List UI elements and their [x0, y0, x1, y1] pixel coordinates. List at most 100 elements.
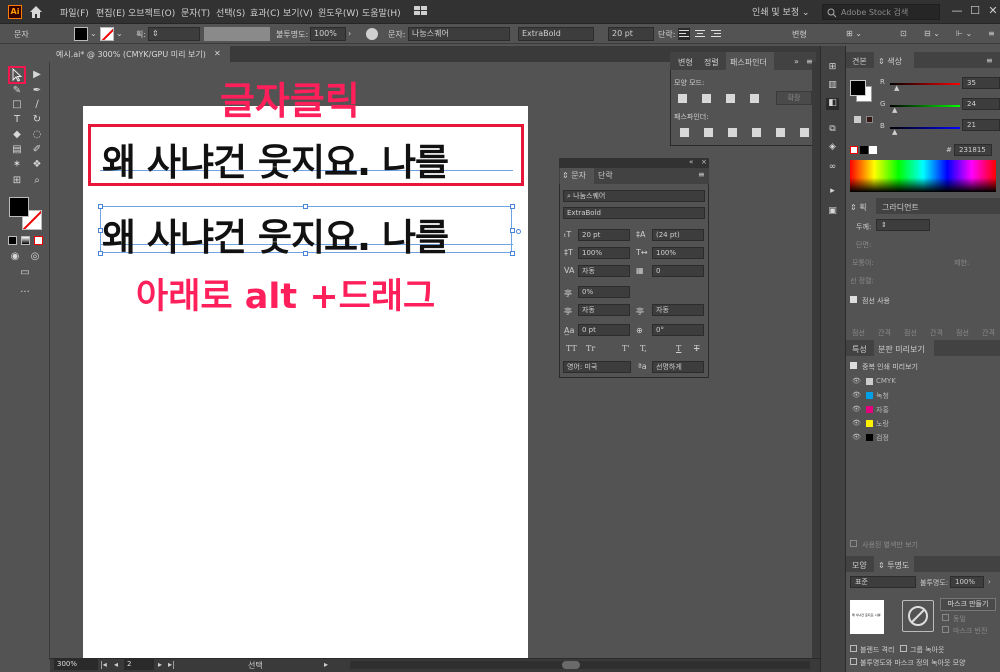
- last-page-icon[interactable]: ▸|: [168, 660, 175, 669]
- close-icon[interactable]: ×: [701, 158, 707, 166]
- type-tool[interactable]: T: [10, 113, 24, 127]
- more-tools-icon[interactable]: ···: [18, 286, 32, 300]
- eye-icon[interactable]: 👁: [852, 405, 861, 413]
- g-slider-thumb-icon[interactable]: ▲: [892, 106, 897, 114]
- menu-type[interactable]: 문자(T): [181, 6, 210, 19]
- rectangle-tool[interactable]: □: [10, 98, 24, 112]
- menu-icon[interactable]: ≡: [986, 56, 993, 65]
- r-slider[interactable]: [890, 83, 960, 85]
- tab-transform[interactable]: 변형: [678, 57, 693, 68]
- outline-icon[interactable]: [776, 128, 785, 137]
- cp-font-style-field[interactable]: ExtraBold: [563, 207, 705, 219]
- tab-align[interactable]: 정렬: [704, 57, 719, 68]
- tab-character[interactable]: ⇕ 문자: [562, 170, 586, 181]
- selection-tool[interactable]: [8, 66, 26, 84]
- chevron-down-icon[interactable]: ⌄: [90, 29, 97, 38]
- artboards-panel-icon[interactable]: ⊞: [826, 62, 839, 74]
- knockout-group-checkbox[interactable]: [900, 645, 907, 652]
- chevron-right-icon[interactable]: ›: [348, 29, 351, 38]
- menu-file[interactable]: 파일(F): [60, 6, 89, 19]
- menu-edit[interactable]: 편집(E): [96, 6, 125, 19]
- minus-front-icon[interactable]: [702, 94, 711, 103]
- maximize-button[interactable]: ☐: [966, 3, 984, 19]
- puppet-warp-tool[interactable]: ✶: [10, 158, 24, 172]
- draw-mode-icon[interactable]: ◉: [8, 250, 22, 264]
- stroke-color-swatch[interactable]: [100, 27, 114, 41]
- selection-handle[interactable]: [510, 251, 515, 256]
- g-value-field[interactable]: 24: [962, 98, 1000, 110]
- eye-icon[interactable]: 👁: [852, 433, 861, 441]
- tab-stroke[interactable]: ⇕ 획: [850, 202, 867, 213]
- menu-effect[interactable]: 효과(C): [250, 6, 280, 19]
- invert-mask-checkbox[interactable]: [942, 626, 949, 633]
- image-trace-icon[interactable]: ▣: [826, 206, 839, 218]
- isolate-icon[interactable]: ⊡: [900, 29, 907, 38]
- align-right-icon[interactable]: [710, 28, 722, 40]
- divide-icon[interactable]: [680, 128, 689, 137]
- merge-icon[interactable]: [728, 128, 737, 137]
- home-icon[interactable]: [28, 4, 44, 20]
- cp-font-size-field[interactable]: 20 pt: [578, 229, 630, 241]
- tab-attributes[interactable]: 특성: [852, 344, 867, 355]
- tab-color[interactable]: ⇕ 색상: [878, 56, 902, 67]
- tab-pathfinder[interactable]: 패스파인더: [730, 57, 767, 68]
- gamut-swatch[interactable]: [866, 116, 873, 123]
- dashed-line-checkbox[interactable]: [850, 296, 857, 303]
- status-mode-label[interactable]: 선택: [248, 660, 263, 671]
- collapse-icon[interactable]: «: [689, 158, 693, 166]
- close-window-button[interactable]: ✕: [984, 3, 1000, 19]
- hex-field[interactable]: 231815: [954, 144, 992, 156]
- minimize-button[interactable]: —: [948, 3, 966, 19]
- fill-color-swatch[interactable]: [74, 27, 88, 41]
- page-number-field[interactable]: 2: [124, 659, 154, 670]
- eye-icon[interactable]: 👁: [852, 391, 861, 399]
- eraser-tool[interactable]: ◆: [10, 128, 24, 142]
- cp-fill-swatch[interactable]: [850, 80, 866, 96]
- character-label[interactable]: 문자:: [388, 29, 405, 40]
- paragraph-label[interactable]: 단락:: [658, 29, 675, 40]
- cp-horizontal-scale-field[interactable]: 100%: [652, 247, 704, 259]
- status-menu-icon[interactable]: ▸: [324, 660, 328, 669]
- recolor-artwork-icon[interactable]: [366, 28, 378, 40]
- chevron-right-icon[interactable]: ›: [988, 578, 991, 586]
- small-caps-button[interactable]: Tr: [586, 344, 595, 353]
- tab-separations-preview[interactable]: 분판 미리보기: [878, 344, 925, 355]
- align-left-icon[interactable]: [678, 28, 690, 40]
- cp-language-field[interactable]: 영어: 미국: [563, 361, 631, 373]
- selection-handle[interactable]: [98, 228, 103, 233]
- none-mode-button[interactable]: [34, 236, 43, 245]
- selection-handle[interactable]: [303, 251, 308, 256]
- cp-rotation-field[interactable]: 0°: [652, 324, 704, 336]
- font-style-field[interactable]: ExtraBold: [518, 27, 594, 41]
- close-icon[interactable]: ✕: [214, 49, 221, 58]
- b-value-field[interactable]: 21: [962, 119, 1000, 131]
- selection-handle[interactable]: [98, 251, 103, 256]
- direct-selection-tool[interactable]: ▶: [30, 68, 44, 82]
- zoom-tool[interactable]: ⌕: [30, 174, 44, 188]
- black-color-swatch[interactable]: [860, 146, 868, 154]
- screen-mode-icon[interactable]: ▭: [18, 266, 32, 280]
- artboard[interactable]: [83, 106, 528, 662]
- mask-placeholder[interactable]: [902, 600, 934, 632]
- b-slider-thumb-icon[interactable]: ▲: [892, 128, 897, 136]
- shape-builder-tool[interactable]: ◌: [30, 128, 44, 142]
- underline-button[interactable]: T: [676, 344, 681, 353]
- vertical-scrollbar[interactable]: [812, 62, 820, 658]
- collapse-icon[interactable]: »: [794, 57, 799, 66]
- cp-leading-field[interactable]: (24 pt): [652, 229, 704, 241]
- clip-checkbox[interactable]: [942, 614, 949, 621]
- align-center-icon[interactable]: [694, 28, 706, 40]
- intersect-icon[interactable]: [726, 94, 735, 103]
- tab-paragraph[interactable]: 단락: [598, 170, 613, 181]
- panel-options-icon[interactable]: ⊩ ⌄: [956, 29, 972, 38]
- links-panel-icon[interactable]: ∞: [826, 162, 839, 174]
- cp-aki-left-field[interactable]: 자동: [578, 304, 630, 316]
- minus-back-icon[interactable]: [800, 128, 809, 137]
- cp-tsume-field[interactable]: 0%: [578, 286, 630, 298]
- variable-width-profile[interactable]: [204, 27, 270, 41]
- eyedropper-tool[interactable]: ✐: [30, 143, 44, 157]
- cp-baseline-shift-field[interactable]: 0 pt: [578, 324, 630, 336]
- cp-kerning-field[interactable]: 자동: [578, 265, 630, 277]
- scrollbar-thumb[interactable]: [562, 661, 580, 669]
- font-family-field[interactable]: 나눔스퀘어: [408, 27, 510, 41]
